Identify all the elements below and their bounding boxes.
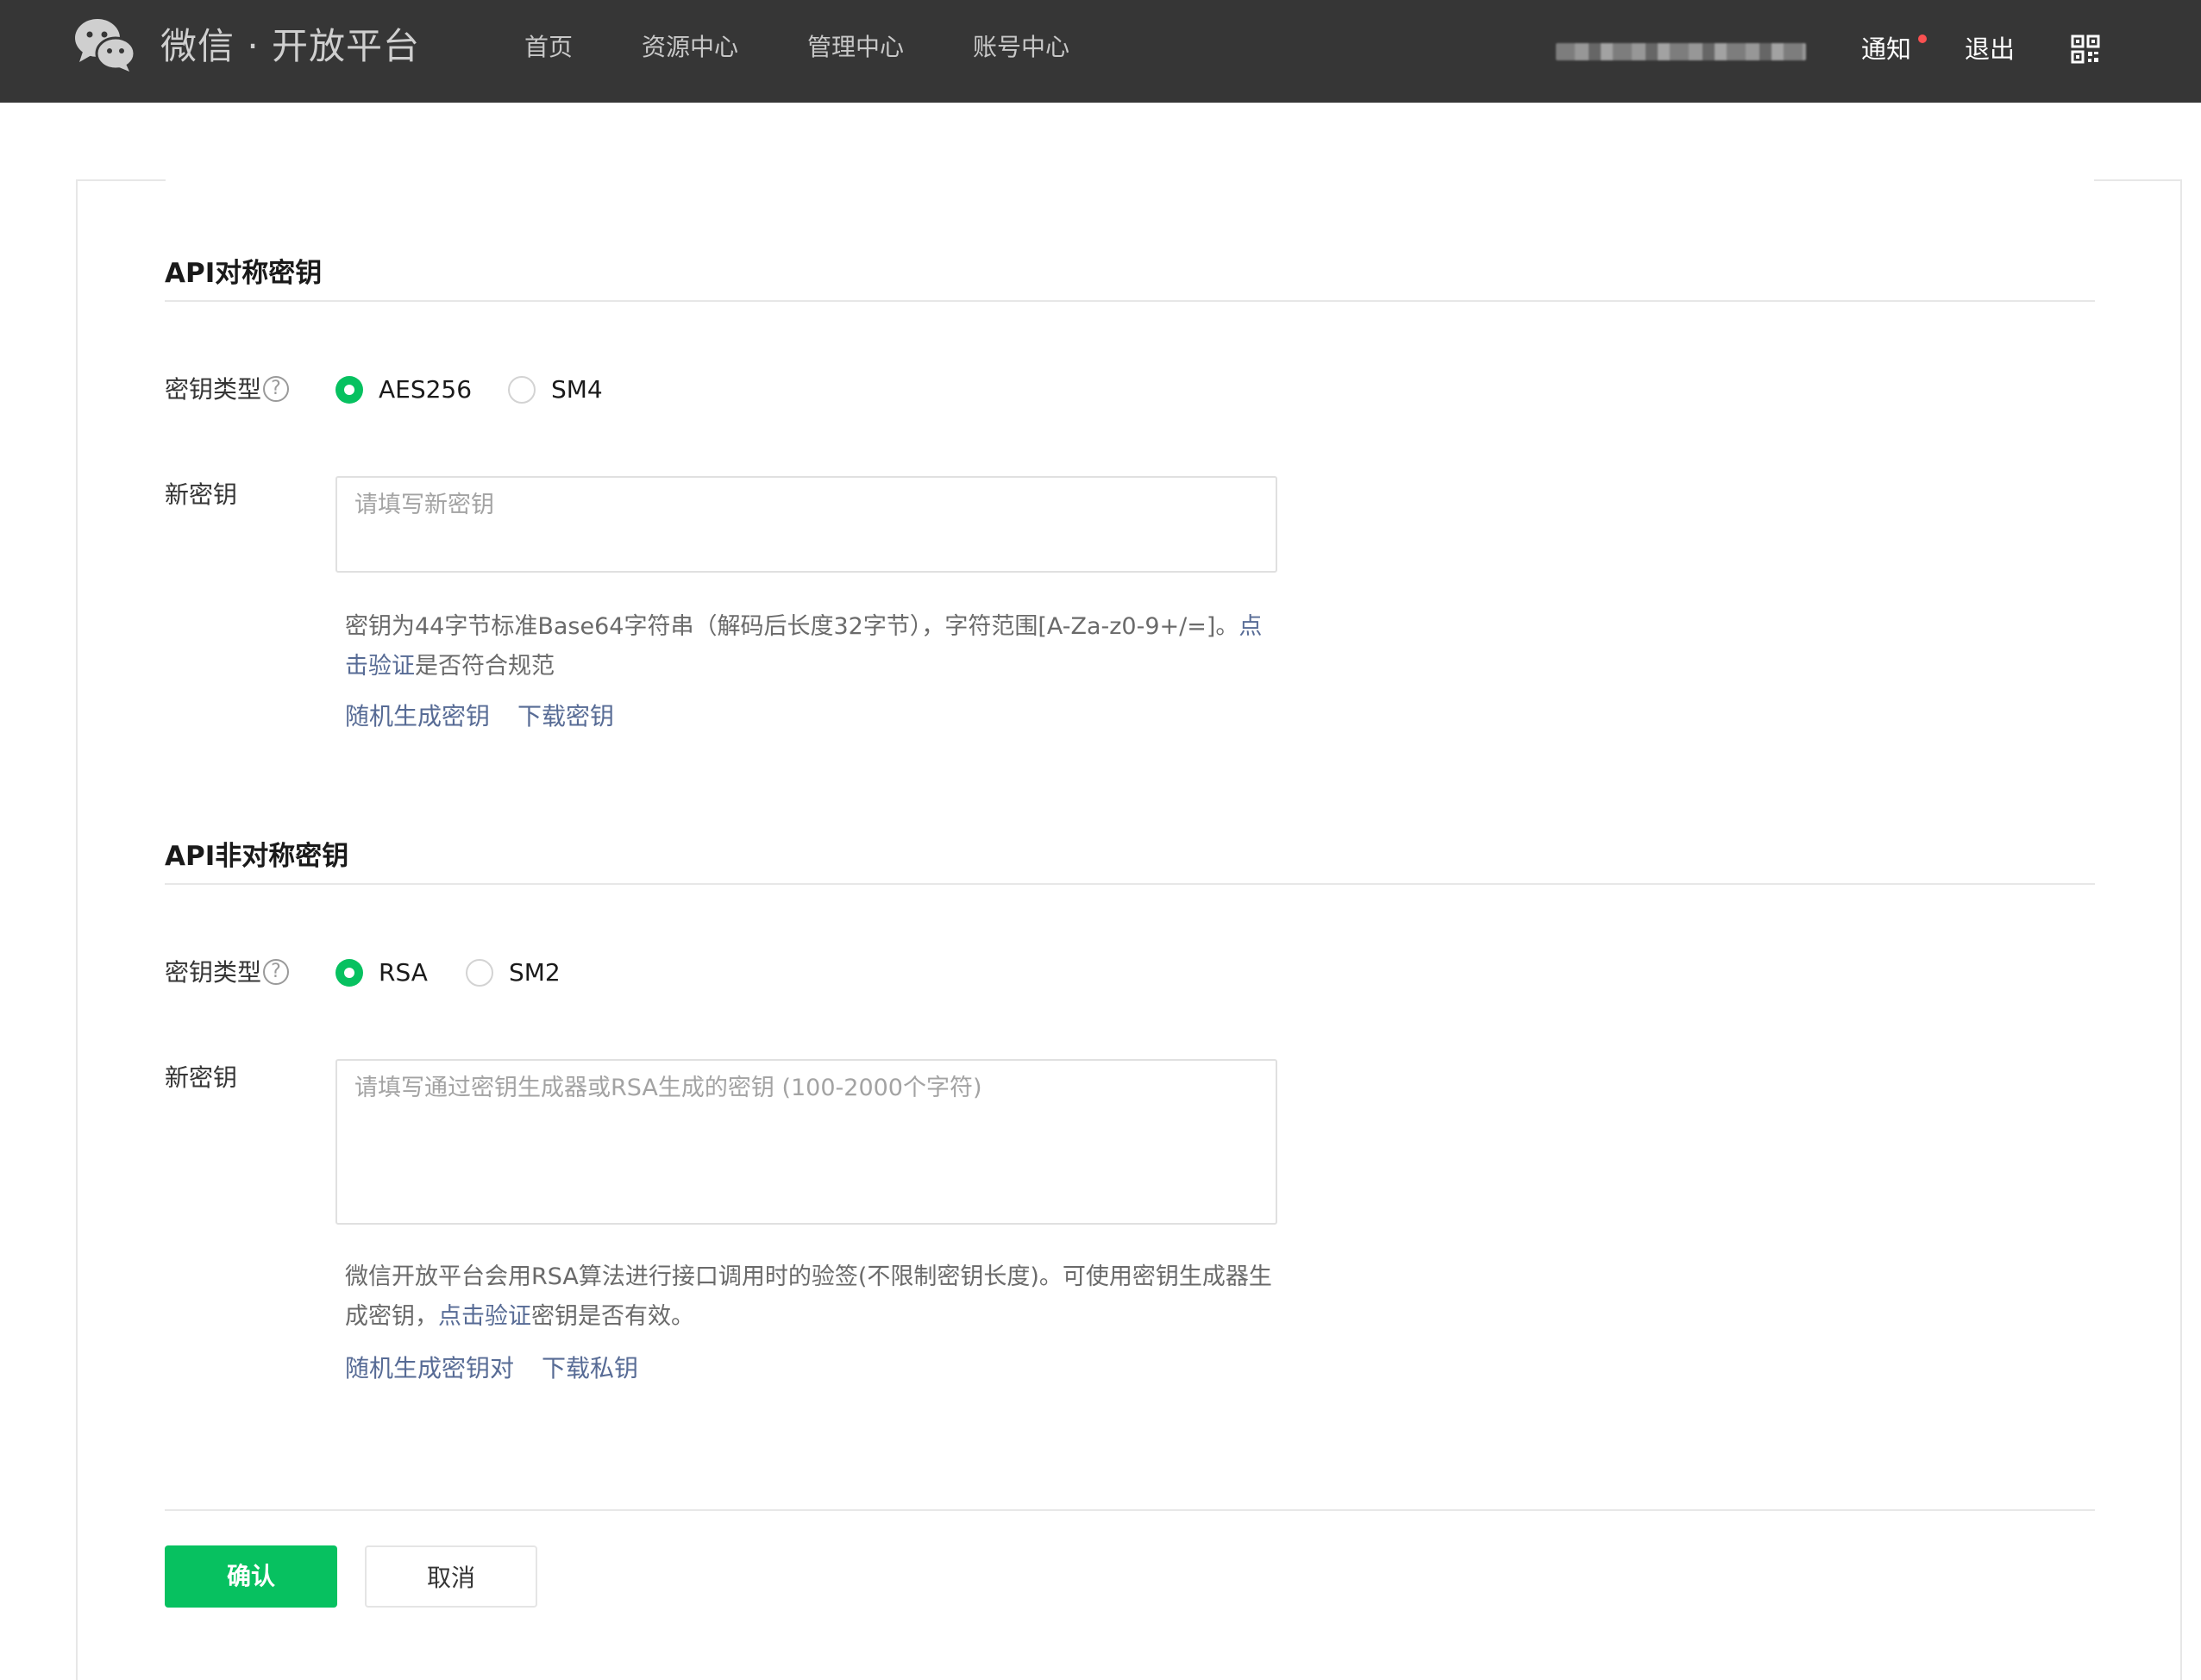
nav-management-center[interactable]: 管理中心 (807, 26, 904, 69)
radio-checked-icon[interactable] (335, 376, 363, 404)
radio-aes256-label[interactable]: AES256 (379, 371, 472, 409)
symmetric-new-key-label: 新密钥 (165, 480, 238, 509)
notification-link[interactable]: 通知 (1861, 28, 1911, 71)
generate-random-key-link[interactable]: 随机生成密钥 (345, 697, 490, 737)
help-icon[interactable]: ? (263, 959, 290, 985)
nav-home[interactable]: 首页 (524, 26, 573, 69)
radio-rsa-label[interactable]: RSA (379, 954, 428, 992)
card-top-border (2094, 179, 2182, 181)
symmetric-desc-suffix: 是否符合规范 (415, 653, 555, 680)
wechat-logo-icon[interactable] (74, 17, 136, 72)
logout-link[interactable]: 退出 (1965, 28, 2015, 71)
brand-title[interactable]: 微信 · 开放平台 (160, 19, 420, 74)
asymmetric-new-key-input[interactable] (335, 1059, 1277, 1225)
confirm-button[interactable]: 确认 (165, 1545, 337, 1608)
account-name-redacted[interactable] (1556, 43, 1806, 60)
download-private-key-link[interactable]: 下载私钥 (542, 1349, 638, 1389)
nav-account-center[interactable]: 账号中心 (973, 26, 1069, 69)
footer-divider (165, 1509, 2095, 1511)
symmetric-key-description: 密钥为44字节标准Base64字符串（解码后长度32字节），字符范围[A-Za-… (345, 607, 1285, 686)
key-type-label-text: 密钥类型 (165, 958, 262, 987)
section-divider (165, 300, 2095, 302)
help-icon[interactable]: ? (263, 376, 290, 402)
symmetric-key-type-label: 密钥类型? (165, 371, 290, 409)
symmetric-new-key-input[interactable] (335, 476, 1277, 573)
top-navigation-bar: 微信 · 开放平台 首页 资源中心 管理中心 账号中心 通知 退出 (0, 0, 2201, 103)
radio-sm2-label[interactable]: SM2 (509, 954, 561, 992)
generate-random-keypair-link[interactable]: 随机生成密钥对 (345, 1349, 514, 1389)
radio-checked-icon[interactable] (335, 959, 363, 987)
radio-sm4-label[interactable]: SM4 (551, 371, 603, 409)
key-type-label-text: 密钥类型 (165, 375, 262, 404)
notification-badge (1918, 34, 1927, 43)
nav-resource-center[interactable]: 资源中心 (642, 26, 738, 69)
radio-unchecked-icon[interactable] (466, 959, 493, 987)
asymmetric-key-description: 微信开放平台会用RSA算法进行接口调用时的验签(不限制密钥长度)。可使用密钥生成… (345, 1257, 1285, 1337)
asymmetric-key-type-label: 密钥类型? (165, 954, 290, 992)
section-divider (165, 883, 2095, 885)
symmetric-key-section-title: API对称密钥 (165, 258, 323, 289)
asymmetric-new-key-label: 新密钥 (165, 1063, 238, 1092)
asymmetric-verify-link[interactable]: 点击验证 (438, 1303, 531, 1330)
cancel-button[interactable]: 取消 (365, 1545, 537, 1608)
symmetric-desc-text: 密钥为44字节标准Base64字符串（解码后长度32字节），字符范围[A-Za-… (345, 613, 1239, 640)
card-top-border (76, 179, 166, 181)
qrcode-icon[interactable] (2071, 34, 2100, 64)
download-key-link[interactable]: 下载密钥 (517, 697, 614, 737)
asymmetric-key-section-title: API非对称密钥 (165, 841, 349, 872)
radio-unchecked-icon[interactable] (508, 376, 536, 404)
asymmetric-desc-suffix: 密钥是否有效。 (531, 1303, 694, 1330)
